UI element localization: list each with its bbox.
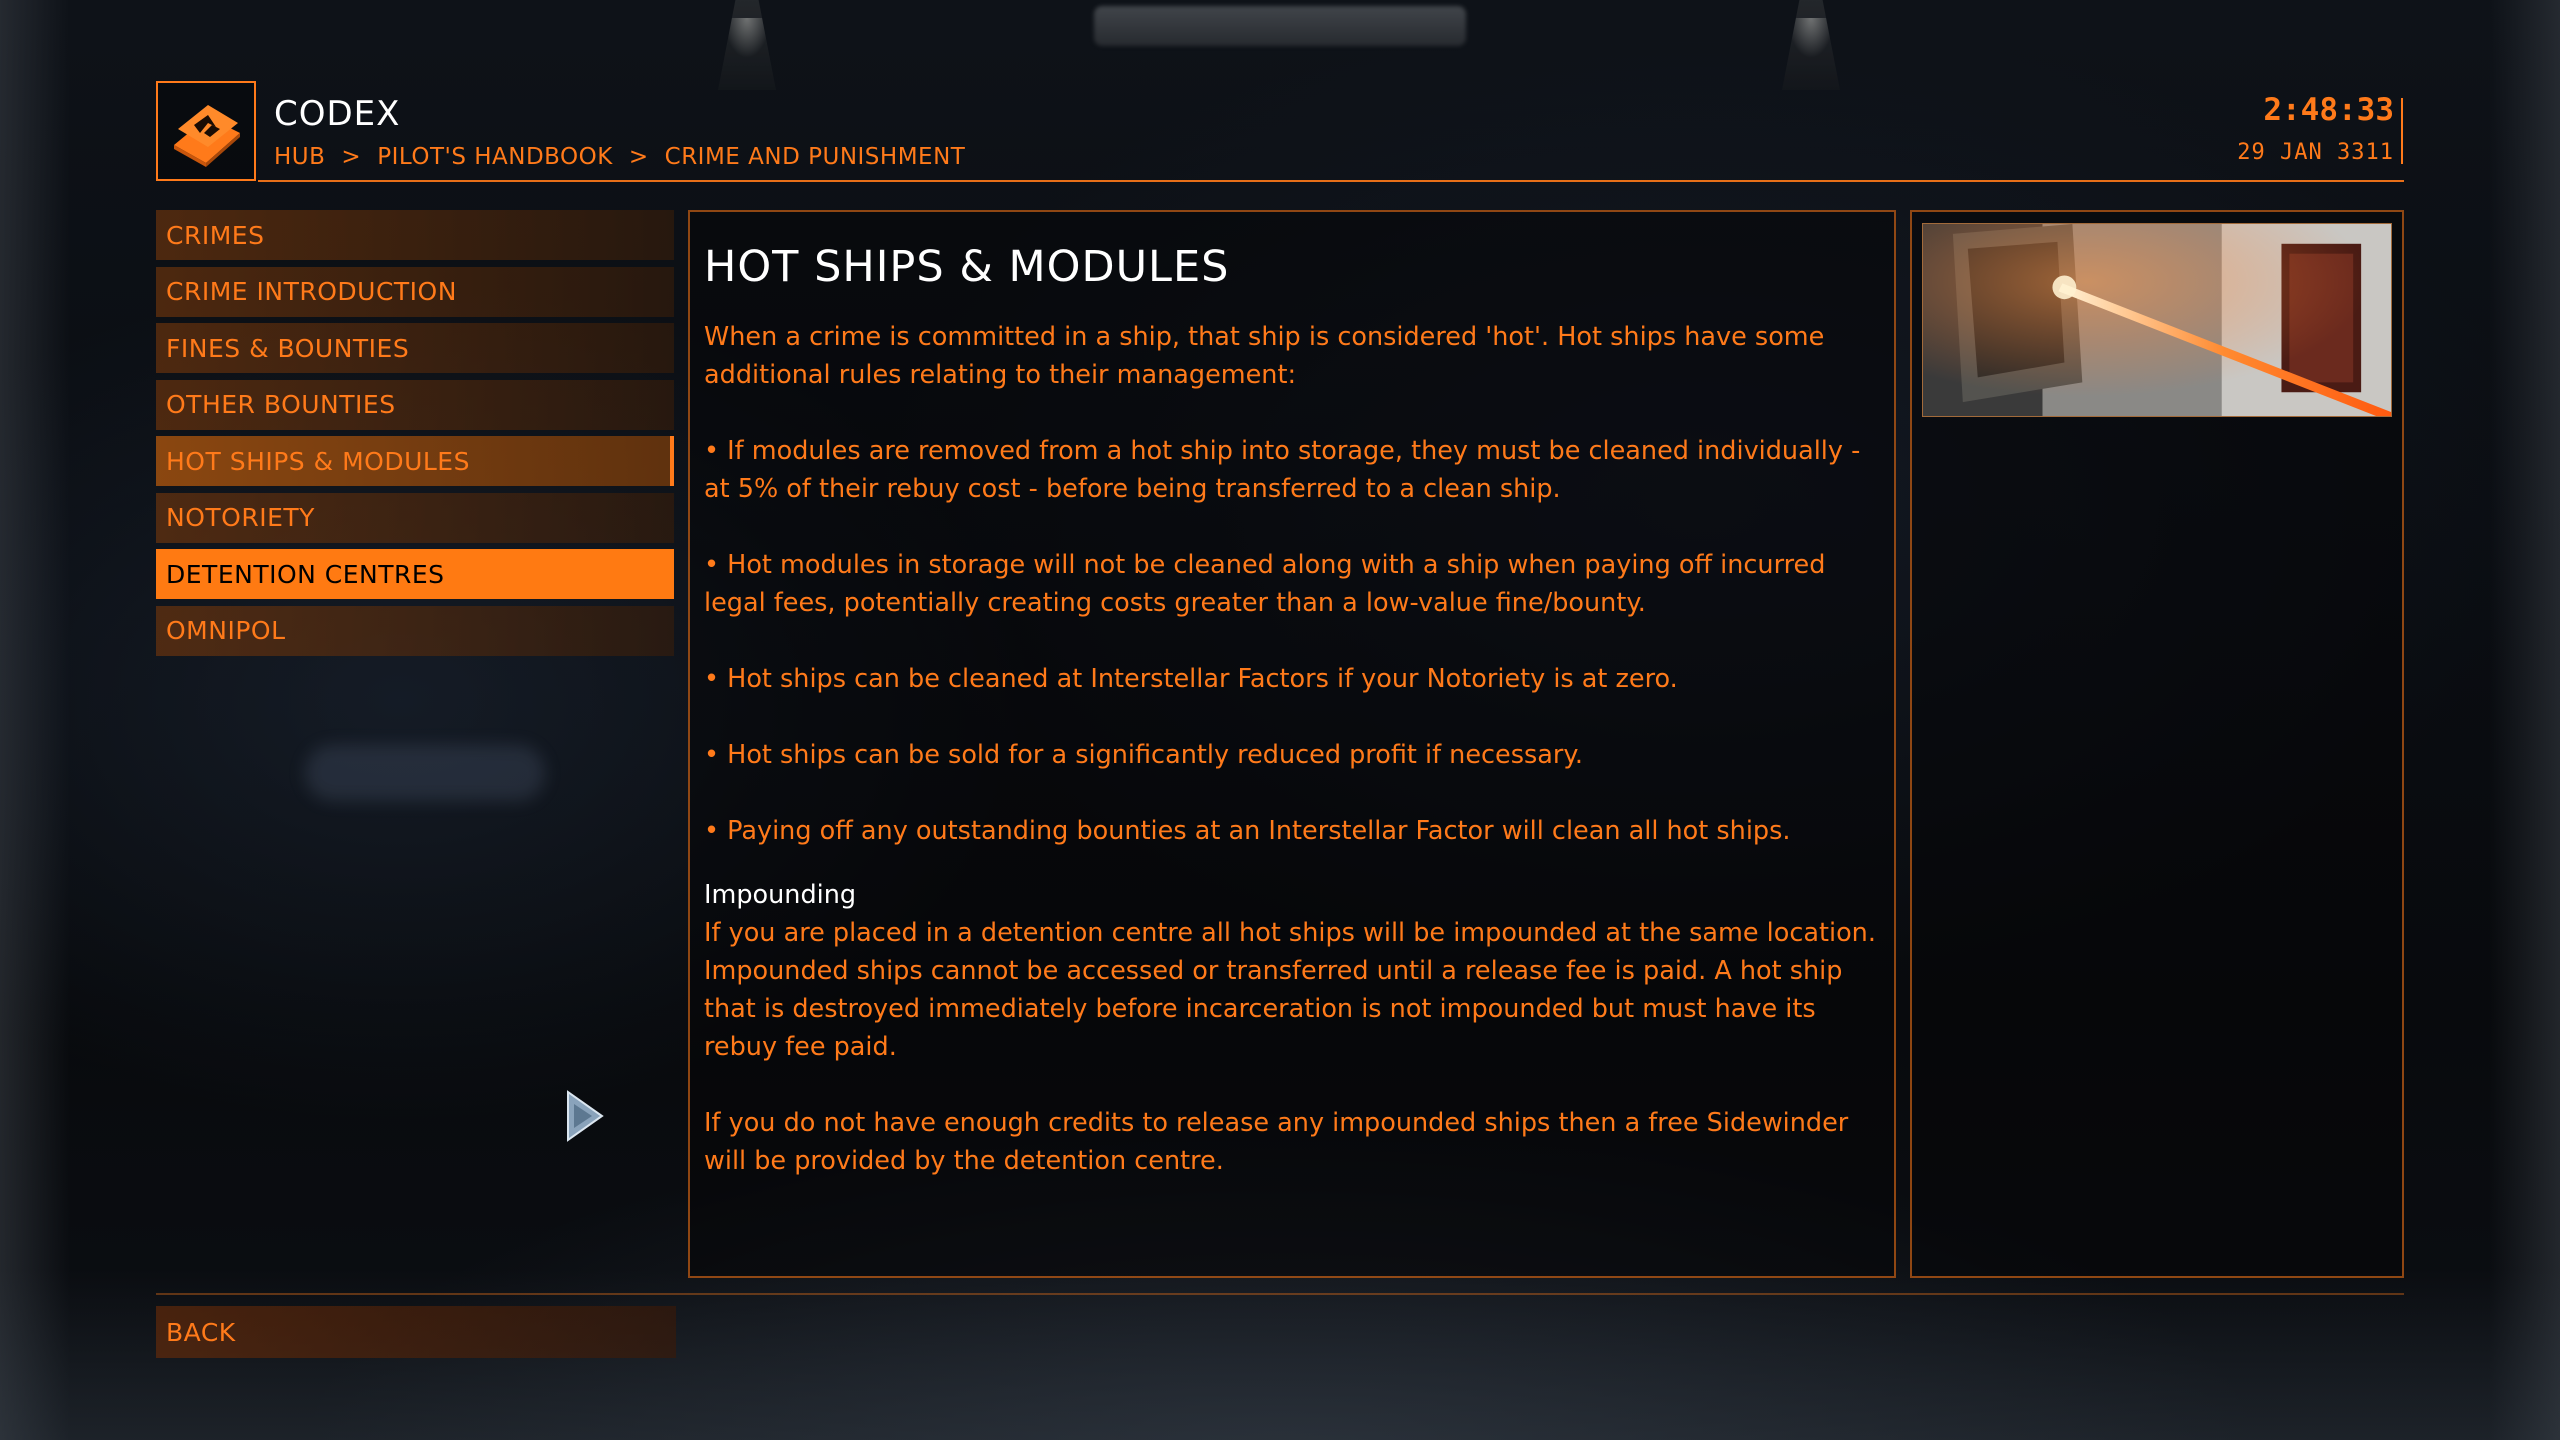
sidebar-item-omnipol[interactable]: OMNIPOL	[156, 605, 674, 656]
clock-date: 29 JAN 3311	[2237, 140, 2394, 165]
sidebar-item-crimes[interactable]: CRIMES	[156, 210, 674, 260]
article-impound-text: If you are placed in a detention centre …	[704, 918, 1876, 1062]
article-closing: If you do not have enough credits to rel…	[704, 1108, 1849, 1176]
article-bullet: • Hot modules in storage will not be cle…	[704, 550, 1826, 618]
back-button-label: BACK	[166, 1317, 236, 1347]
breadcrumb-separator: >	[628, 144, 649, 170]
sidebar-item-detention-centres[interactable]: DETENTION CENTRES	[156, 549, 674, 599]
clock-divider	[2401, 98, 2403, 164]
sidebar-item-crime-introduction[interactable]: CRIME INTRODUCTION	[156, 266, 674, 317]
sidebar-item-label: OTHER BOUNTIES	[166, 390, 396, 419]
article-bullet: • If modules are removed from a hot ship…	[704, 436, 1861, 504]
sidebar-item-fines-bounties[interactable]: FINES & BOUNTIES	[156, 323, 674, 373]
sidebar-item-label: NOTORIETY	[166, 503, 315, 532]
article-image	[1922, 223, 2392, 417]
sidebar-item-label: OMNIPOL	[166, 616, 286, 645]
header-divider	[258, 180, 2404, 182]
article-intro: When a crime is committed in a ship, tha…	[704, 322, 1825, 390]
article-title: HOT SHIPS & MODULES	[704, 242, 1230, 292]
breadcrumb-hub[interactable]: HUB	[274, 144, 325, 170]
sidebar-item-label: DETENTION CENTRES	[166, 559, 445, 589]
sidebar-item-label: CRIME INTRODUCTION	[166, 277, 457, 306]
sidebar-item-label: CRIMES	[166, 220, 265, 250]
breadcrumb: HUB > PILOT'S HANDBOOK > CRIME AND PUNIS…	[274, 144, 965, 170]
article-bullet: • Hot ships can be cleaned at Interstell…	[704, 664, 1678, 694]
footer-divider	[156, 1293, 2404, 1295]
breadcrumb-pilots-handbook[interactable]: PILOT'S HANDBOOK	[377, 144, 613, 170]
codex-sidebar: CRIMES CRIME INTRODUCTION FINES & BOUNTI…	[156, 210, 674, 662]
breadcrumb-separator: >	[341, 144, 362, 170]
sidebar-item-label: FINES & BOUNTIES	[166, 333, 410, 363]
sidebar-item-label: HOT SHIPS & MODULES	[166, 446, 470, 476]
sidebar-item-hot-ships-modules[interactable]: HOT SHIPS & MODULES	[156, 436, 674, 486]
article-bullet: • Hot ships can be sold for a significan…	[704, 740, 1583, 770]
clock-time: 2:48:33	[2263, 92, 2394, 128]
image-panel	[1910, 210, 2404, 1278]
mouse-pointer-icon	[567, 1090, 604, 1142]
codex-logo	[156, 81, 256, 181]
app-title: CODEX	[274, 94, 401, 134]
breadcrumb-crime-and-punishment[interactable]: CRIME AND PUNISHMENT	[665, 144, 966, 170]
article-subheading: Impounding	[704, 880, 857, 910]
back-button[interactable]: BACK	[156, 1306, 676, 1358]
sidebar-item-notoriety[interactable]: NOTORIETY	[156, 492, 674, 543]
codex-book-icon	[174, 105, 240, 167]
sidebar-item-other-bounties[interactable]: OTHER BOUNTIES	[156, 379, 674, 430]
article-panel[interactable]: HOT SHIPS & MODULES When a crime is comm…	[688, 210, 1896, 1278]
article-bullet: • Paying off any outstanding bounties at…	[704, 816, 1791, 846]
